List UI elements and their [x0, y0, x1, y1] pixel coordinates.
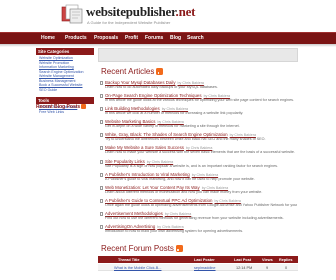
article-summary: In this article we look at a number of m… — [105, 111, 244, 116]
tools-heading: Tools — [36, 97, 94, 104]
content-banner — [98, 48, 298, 62]
article-summary: Introduction to how to build your own ad… — [105, 229, 244, 234]
main-nav: Home Products Proposals Profit Forums Bl… — [0, 32, 336, 44]
article-summary: Learn how to make your website a success… — [105, 150, 296, 155]
sidebar-link-seo-guide[interactable]: SEO Guide — [39, 88, 94, 93]
recent-articles-heading: Recent Articles — [101, 67, 164, 76]
nav-home[interactable]: Home — [41, 35, 55, 41]
list-item: On-Page Search Engine Optimization Techn… — [98, 93, 298, 106]
column-header-replies[interactable]: Replies — [279, 258, 293, 262]
list-item: Site Popularity Links by Chris Bakiera Si… — [98, 159, 298, 172]
recent-forum-posts-title: Recent Forum Posts — [101, 244, 174, 253]
forum-table-header: Thread Title Last Poster Last Post Views… — [98, 256, 298, 263]
recent-blog-posts-heading: Recent Blog Posts — [36, 104, 87, 110]
recent-articles-title: Recent Articles — [101, 67, 155, 76]
nav-products[interactable]: Products — [65, 35, 87, 41]
article-summary: Once again the guide looks at optimizing… — [105, 202, 297, 207]
rss-icon[interactable] — [175, 245, 183, 252]
list-item: Web Monetization: Let Your Content Pay I… — [98, 185, 298, 198]
nav-profit[interactable]: Profit — [125, 35, 138, 41]
nav-forums[interactable]: Forums — [145, 35, 163, 41]
article-summary: In this article the guide looks at the v… — [105, 98, 294, 103]
list-item: A Publisher's Guide to Contextual PPC Ad… — [98, 198, 298, 211]
logo-tld: net — [178, 4, 196, 19]
article-summary: Find out how to use the different method… — [105, 215, 284, 220]
list-item: Advertisement Methodologies by Chris Baki… — [98, 211, 298, 224]
document-icon — [100, 120, 103, 125]
site-header: websitepublisher.net A Guide for the Ind… — [0, 0, 336, 32]
recent-articles-list: Backup Your Mysql Databases Daily by Chri… — [98, 80, 298, 237]
document-icon — [100, 198, 103, 203]
article-summary: Try to understand the differences betwee… — [105, 137, 266, 142]
views-count: 9 — [266, 265, 269, 270]
nav-proposals[interactable]: Proposals — [94, 35, 118, 41]
site-logo-text[interactable]: websitepublisher.net — [86, 4, 196, 20]
document-icon — [100, 133, 103, 138]
replies-count: 0 — [285, 265, 288, 270]
column-header-last-poster[interactable]: Last Poster — [194, 258, 215, 262]
list-item: AdvertisingOn Advertising by Chris Bakier… — [98, 224, 298, 237]
recent-forum-posts-heading: Recent Forum Posts — [101, 244, 183, 253]
article-summary: A Publisher's guide to viral marketing, … — [105, 176, 255, 181]
rss-icon[interactable] — [156, 68, 164, 75]
document-icon — [100, 159, 103, 164]
poster-link[interactable]: sepimaddine — [194, 266, 216, 270]
categories-heading: Site Categories — [36, 48, 94, 55]
recent-blog-posts-title: Recent Blog Posts — [36, 104, 81, 110]
document-icon — [100, 211, 103, 216]
sidebar-link-free-web-links[interactable]: Free Web Links — [39, 110, 94, 115]
nav-blog[interactable]: Blog — [170, 35, 181, 41]
article-summary: Learn about different methods of monetiz… — [105, 189, 263, 194]
list-item: Make My Website a Sure Sales Success by C… — [98, 145, 298, 158]
logo-icon[interactable] — [61, 4, 83, 24]
list-item: Link Building Methodologies by Chris Baki… — [98, 106, 298, 119]
list-item: White, Gray, Black: The Shades of Search… — [98, 132, 298, 145]
document-icon — [100, 81, 103, 85]
table-row: What is the Mobile Click-B... sepimaddin… — [98, 264, 298, 271]
document-icon — [100, 146, 103, 151]
nav-search[interactable]: Search — [187, 35, 204, 41]
document-icon — [100, 185, 103, 190]
categories-list: Website Optimization Website Promotion I… — [36, 55, 94, 94]
rss-icon[interactable] — [81, 104, 87, 109]
logo-name: websitepublisher — [86, 4, 176, 19]
list-item: Website Marketing Basics by Chris Bakiera… — [98, 119, 298, 132]
site-tagline: A Guide for the Independent Website Publ… — [87, 20, 171, 25]
list-item: A Publisher's Introduction to Viral Mark… — [98, 172, 298, 185]
article-summary: Site Popularity is a sign of how popular… — [105, 163, 278, 168]
document-icon — [100, 107, 103, 112]
thread-link[interactable]: What is the Mobile Click-B... — [114, 266, 161, 270]
article-summary: Get in-depth on a wide variety of method… — [105, 124, 240, 129]
article-summary: Learn how to do automated daily backups … — [105, 85, 218, 89]
column-header-last-post[interactable]: Last Post — [234, 258, 251, 262]
last-post-time: 12:14 PM — [236, 265, 253, 270]
column-header-thread-title[interactable]: Thread Title — [118, 258, 139, 262]
document-icon — [100, 225, 103, 230]
list-item: Backup Your Mysql Databases Daily by Chri… — [98, 80, 298, 93]
column-header-views[interactable]: Views — [262, 258, 273, 262]
nav-shadow — [0, 44, 336, 47]
document-icon — [100, 172, 103, 177]
document-icon — [100, 94, 103, 99]
